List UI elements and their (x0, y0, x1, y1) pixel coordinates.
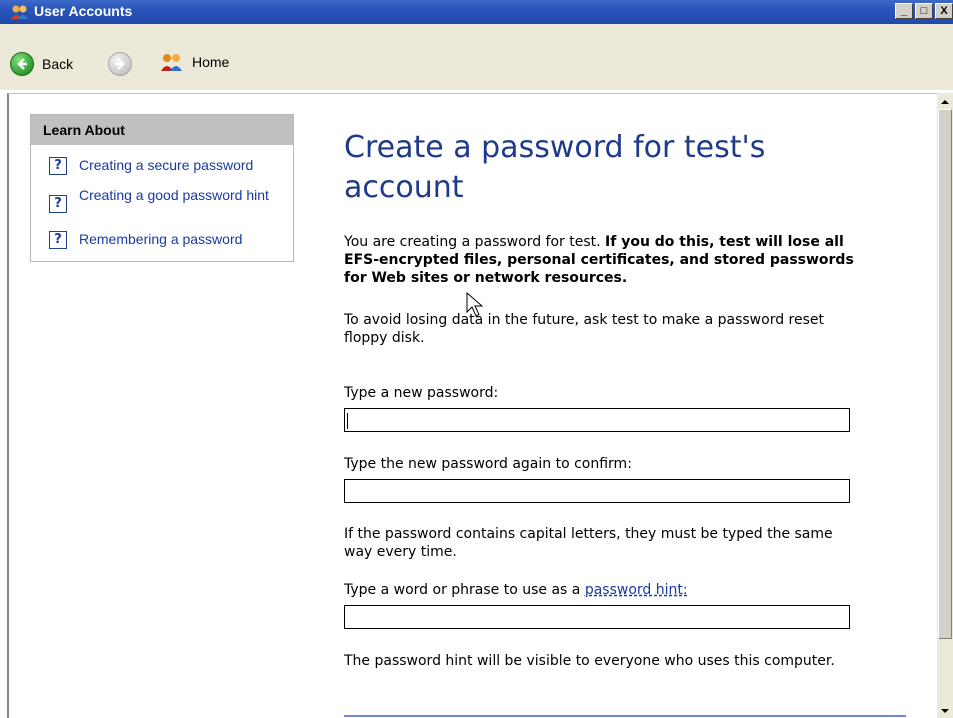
learn-about-header: Learn About (31, 115, 293, 145)
forward-button[interactable] (108, 52, 132, 76)
home-label: Home (192, 54, 230, 70)
window-title: User Accounts (34, 3, 133, 19)
scroll-thumb[interactable] (938, 109, 952, 639)
back-label: Back (42, 56, 74, 72)
page-title: Create a password for test's account (344, 130, 766, 205)
password-hint-label: Type a word or phrase to use as a passwo… (344, 581, 864, 599)
title-bar: User Accounts _ □ X (0, 0, 953, 24)
new-password-input[interactable] (344, 408, 850, 432)
help-icon: ? (49, 195, 67, 213)
maximize-button[interactable]: □ (915, 3, 933, 19)
home-button[interactable]: Home (160, 52, 229, 72)
back-arrow-icon (10, 52, 34, 76)
mouse-cursor-icon (466, 292, 484, 317)
user-accounts-icon (11, 5, 28, 19)
learn-item-label[interactable]: Creating a good password hint (79, 187, 279, 203)
learn-item-password-hint[interactable]: ? Creating a good password hint (49, 187, 279, 213)
learn-item-secure-password[interactable]: ? Creating a secure password (49, 157, 253, 175)
toolbar (0, 24, 953, 90)
scroll-down-icon[interactable] (938, 704, 952, 718)
learn-item-label[interactable]: Creating a secure password (79, 157, 253, 173)
forward-arrow-icon (108, 52, 132, 76)
vertical-scrollbar[interactable] (937, 93, 953, 718)
avoid-data-loss-text: To avoid losing data in the future, ask … (344, 312, 825, 346)
hint-label-prefix: Type a word or phrase to use as a (344, 582, 585, 598)
help-icon: ? (49, 157, 67, 175)
learn-item-remembering-password[interactable]: ? Remembering a password (49, 231, 242, 249)
capital-letters-note: If the password contains capital letters… (344, 526, 833, 560)
text-caret (347, 413, 348, 429)
confirm-password-label: Type the new password again to confirm: (344, 456, 632, 472)
home-users-icon (161, 54, 182, 71)
intro-text: You are creating a password for test. If… (344, 233, 864, 287)
minimize-button[interactable]: _ (895, 3, 913, 19)
intro-plain: You are creating a password for test. (344, 234, 606, 250)
learn-about-panel: Learn About ? Creating a secure password… (30, 114, 294, 262)
divider (344, 715, 906, 717)
password-hint-link[interactable]: password hint: (585, 582, 688, 598)
confirm-password-input[interactable] (344, 479, 850, 503)
password-hint-input[interactable] (344, 605, 850, 629)
back-button[interactable]: Back (10, 52, 73, 76)
help-icon: ? (49, 231, 67, 249)
close-button[interactable]: X (935, 3, 953, 19)
learn-item-label[interactable]: Remembering a password (79, 231, 242, 247)
hint-visibility-note: The password hint will be visible to eve… (344, 653, 835, 669)
scroll-up-icon[interactable] (938, 95, 952, 109)
new-password-label: Type a new password: (344, 385, 499, 401)
